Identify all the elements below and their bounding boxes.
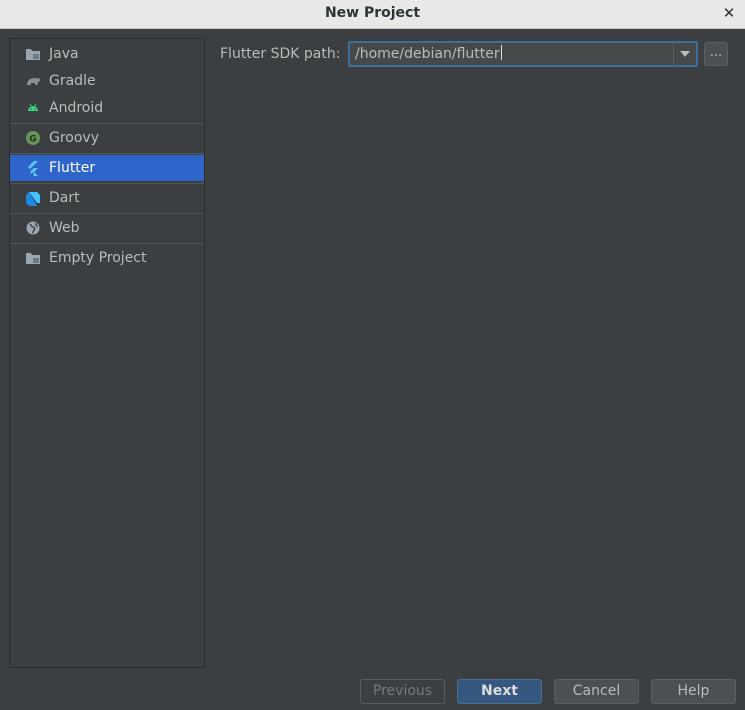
sidebar-item-label: Empty Project bbox=[49, 250, 147, 266]
sdk-path-label: Flutter SDK path: bbox=[220, 46, 341, 62]
title-bar: New Project ✕ bbox=[0, 0, 745, 29]
dart-icon bbox=[25, 190, 41, 206]
divider bbox=[10, 213, 204, 214]
browse-button[interactable]: ... bbox=[704, 42, 728, 66]
globe-icon bbox=[25, 220, 41, 236]
project-type-list: Java Gradle Android G Groovy Flutter Dar… bbox=[9, 38, 205, 668]
help-button[interactable]: Help bbox=[651, 679, 736, 704]
sdk-path-input[interactable]: /home/debian/flutter bbox=[355, 43, 502, 65]
sidebar-item-java[interactable]: Java bbox=[10, 41, 204, 67]
dropdown-button[interactable] bbox=[673, 43, 696, 65]
sdk-path-combobox[interactable]: /home/debian/flutter bbox=[348, 41, 698, 67]
chevron-down-icon bbox=[680, 51, 690, 57]
flutter-icon bbox=[25, 160, 41, 176]
sidebar-item-label: Flutter bbox=[49, 160, 96, 176]
sidebar-item-label: Groovy bbox=[49, 130, 99, 146]
divider bbox=[10, 183, 204, 184]
sidebar-item-gradle[interactable]: Gradle bbox=[10, 68, 204, 94]
android-icon bbox=[25, 100, 41, 116]
sidebar-item-label: Web bbox=[49, 220, 80, 236]
next-button[interactable]: Next bbox=[457, 679, 542, 704]
divider bbox=[10, 123, 204, 124]
sidebar-item-label: Dart bbox=[49, 190, 80, 206]
sidebar-item-label: Java bbox=[49, 46, 79, 62]
sidebar-item-empty-project[interactable]: Empty Project bbox=[10, 245, 204, 271]
divider bbox=[10, 243, 204, 244]
cancel-button[interactable]: Cancel bbox=[554, 679, 639, 704]
folder-icon bbox=[25, 250, 41, 266]
sidebar-item-groovy[interactable]: G Groovy bbox=[10, 125, 204, 151]
sidebar-item-android[interactable]: Android bbox=[10, 95, 204, 121]
gradle-icon bbox=[25, 73, 41, 89]
window-title: New Project bbox=[324, 5, 421, 21]
sidebar-item-web[interactable]: Web bbox=[10, 215, 204, 241]
folder-icon bbox=[25, 46, 41, 62]
previous-button[interactable]: Previous bbox=[360, 679, 445, 704]
svg-text:G: G bbox=[29, 135, 36, 145]
divider bbox=[10, 153, 204, 154]
sidebar-item-flutter[interactable]: Flutter bbox=[10, 155, 204, 181]
sidebar-item-dart[interactable]: Dart bbox=[10, 185, 204, 211]
sidebar-item-label: Gradle bbox=[49, 73, 96, 89]
sidebar-item-label: Android bbox=[49, 100, 104, 116]
close-button[interactable]: ✕ bbox=[719, 2, 739, 24]
groovy-icon: G bbox=[25, 130, 41, 146]
